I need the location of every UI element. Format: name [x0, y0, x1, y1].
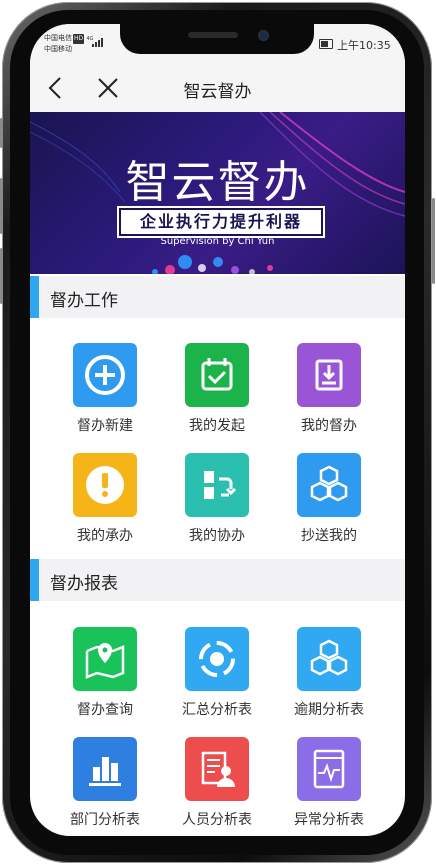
- exclamation-icon: [73, 453, 137, 517]
- section-accent-bar: [30, 559, 39, 601]
- banner-ribbon: 企业执行力提升利器: [119, 208, 323, 236]
- cubes-icon: [297, 627, 361, 691]
- tile-cc-to-me[interactable]: 抄送我的: [277, 453, 381, 545]
- hd-badge: HD: [73, 34, 85, 44]
- notch: [120, 24, 314, 54]
- tile-my-supervision[interactable]: 我的督办: [277, 343, 381, 435]
- carrier-info: 中国电信 HD 4G 中国移动: [44, 33, 93, 54]
- speaker-grille: [188, 32, 238, 38]
- carrier-primary: 中国电信: [44, 34, 72, 42]
- banner-title: 智云督办: [125, 157, 310, 208]
- power-button: [432, 198, 435, 284]
- download-tray-icon: [297, 343, 361, 407]
- section-header-reports: 督办报表: [30, 559, 405, 601]
- banner-subtitle: Supervision by Chi Yun: [160, 236, 275, 247]
- tile-label: 异常分析表: [294, 812, 364, 828]
- tile-label: 我的发起: [189, 418, 245, 434]
- navigation-bar: 智云督办: [30, 64, 405, 112]
- swap-icon: [185, 453, 249, 517]
- tile-exception-analysis[interactable]: 异常分析表: [277, 737, 381, 829]
- refresh-cycle-icon: [185, 627, 249, 691]
- section-accent-bar: [30, 276, 39, 318]
- tile-my-undertaken[interactable]: 我的承办: [53, 453, 157, 545]
- tile-label: 督办查询: [77, 702, 133, 718]
- tile-label: 逾期分析表: [294, 702, 364, 718]
- person-document-icon: [185, 737, 249, 801]
- mute-switch: [0, 118, 3, 148]
- status-time: 上午10:35: [337, 39, 391, 52]
- tile-label: 我的督办: [301, 418, 357, 434]
- tile-create-supervision[interactable]: 督办新建: [53, 343, 157, 435]
- tile-label: 我的协办: [189, 528, 245, 544]
- front-camera: [258, 30, 269, 41]
- calendar-check-icon: [185, 343, 249, 407]
- signal-icon: [92, 37, 112, 47]
- tile-overdue-analysis[interactable]: 逾期分析表: [277, 627, 381, 719]
- tile-department-analysis[interactable]: 部门分析表: [53, 737, 157, 829]
- monitor-pulse-icon: [297, 737, 361, 801]
- section-header-work: 督办工作: [30, 276, 405, 318]
- carrier-secondary: 中国移动: [44, 45, 72, 53]
- tile-label: 部门分析表: [70, 812, 140, 828]
- tile-label: 汇总分析表: [182, 702, 252, 718]
- tile-my-initiated[interactable]: 我的发起: [165, 343, 269, 435]
- tile-summary-analysis[interactable]: 汇总分析表: [165, 627, 269, 719]
- page-title: 智云督办: [183, 82, 252, 102]
- app-screen: 中国电信 HD 4G 中国移动 上午10:35 智云督办 智云督办 企业执行力提…: [30, 24, 405, 836]
- cubes-icon: [297, 453, 361, 517]
- section-title: 督办报表: [50, 574, 118, 594]
- tile-personnel-analysis[interactable]: 人员分析表: [165, 737, 269, 829]
- tile-label: 督办新建: [77, 418, 133, 434]
- plus-circle-icon: [73, 343, 137, 407]
- volume-up-button: [0, 178, 3, 234]
- tile-label: 我的承办: [77, 528, 133, 544]
- map-pin-icon: [73, 627, 137, 691]
- tile-label: 抄送我的: [301, 528, 357, 544]
- tile-my-assisted[interactable]: 我的协办: [165, 453, 269, 545]
- battery-icon: [319, 39, 333, 49]
- tile-supervision-query[interactable]: 督办查询: [53, 627, 157, 719]
- hero-banner: 智云督办 企业执行力提升利器 Supervision by Chi Yun: [30, 112, 405, 274]
- tile-label: 人员分析表: [182, 812, 252, 828]
- section-title: 督办工作: [50, 291, 118, 311]
- banner-ribbon-text: 企业执行力提升利器: [139, 212, 302, 231]
- volume-down-button: [0, 248, 3, 304]
- bar-chart-icon: [73, 737, 137, 801]
